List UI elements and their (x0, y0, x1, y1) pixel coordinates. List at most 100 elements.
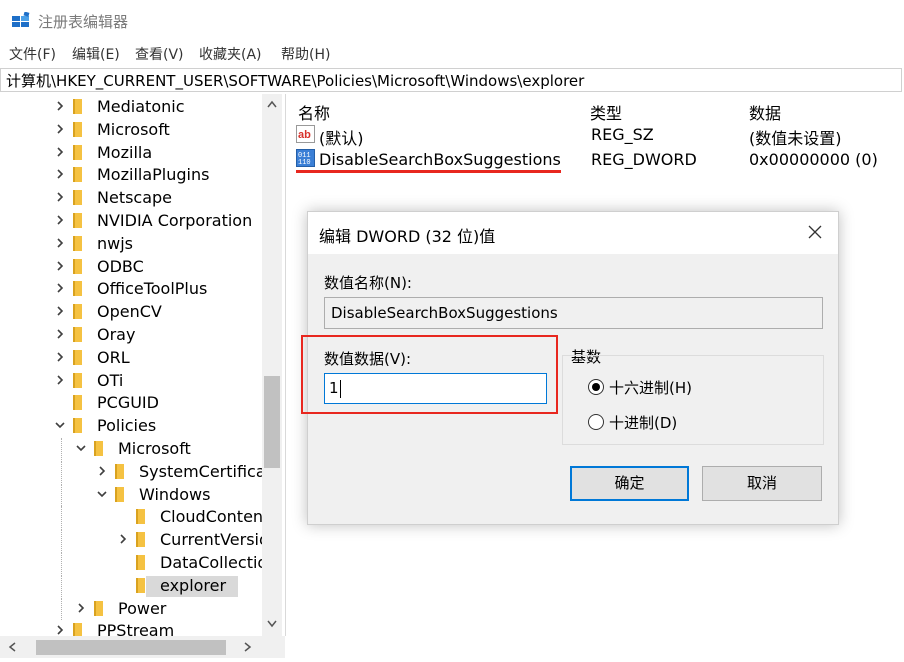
menu-help[interactable]: 帮助(H) (281, 44, 330, 64)
folder-icon (73, 213, 82, 228)
chevron-right-icon[interactable] (118, 534, 128, 544)
folder-icon (73, 327, 82, 342)
highlight-underline (296, 170, 561, 173)
tree-item[interactable]: nwjs (0, 233, 262, 255)
tree-item[interactable]: Policies (0, 415, 262, 437)
tree-vertical-scrollbar[interactable] (262, 94, 282, 636)
tree-vertical-scroll-thumb[interactable] (264, 376, 280, 468)
folder-icon (73, 167, 82, 183)
dialog-title: 编辑 DWORD (32 位)值 (319, 227, 496, 246)
chevron-right-icon[interactable] (55, 169, 65, 179)
tree-horizontal-scroll-thumb[interactable] (36, 640, 226, 655)
folder-icon (115, 463, 124, 479)
tree-guide-line (61, 506, 62, 529)
tree-item-label: nwjs (97, 233, 134, 253)
folder-icon (73, 190, 82, 206)
chevron-right-icon[interactable] (55, 192, 65, 202)
tree-item[interactable]: Oray (0, 324, 262, 346)
chevron-right-icon[interactable] (55, 147, 65, 157)
ok-button[interactable]: 确定 (570, 466, 689, 501)
tree-item[interactable]: NVIDIA Corporation (0, 210, 262, 232)
tree-item[interactable]: PPStream (0, 620, 262, 636)
menu-favorites[interactable]: 收藏夹(A) (199, 44, 262, 64)
chevron-right-icon[interactable] (55, 352, 65, 362)
scroll-right-icon[interactable] (244, 642, 252, 652)
tree-item-label: OTi (97, 370, 124, 390)
tree-item[interactable]: DataCollectio (0, 552, 267, 574)
tree-item[interactable]: PCGUID (0, 392, 262, 414)
chevron-down-icon[interactable] (55, 420, 65, 430)
ab-string-icon: ab (296, 125, 315, 143)
cancel-button[interactable]: 取消 (702, 466, 822, 501)
chevron-right-icon[interactable] (97, 466, 107, 476)
folder-icon (73, 258, 82, 274)
tree-item[interactable]: Windows (0, 483, 262, 506)
chevron-down-icon[interactable] (97, 489, 107, 499)
tree-guide-line (61, 460, 62, 483)
column-header-type[interactable]: 类型 (590, 100, 622, 124)
chevron-right-icon[interactable] (76, 603, 86, 613)
chevron-right-icon[interactable] (55, 238, 65, 248)
tree-item[interactable]: Microsoft (0, 119, 262, 141)
tree-item-label: ODBC (97, 256, 144, 276)
value-type: REG_DWORD (591, 150, 697, 169)
scroll-up-icon[interactable] (267, 100, 277, 108)
address-bar[interactable]: 计算机\HKEY_CURRENT_USER\SOFTWARE\Policies\… (0, 68, 902, 92)
value-data: (数值未设置) (749, 129, 842, 148)
tree-item[interactable]: Mozilla (0, 142, 262, 164)
menu-edit[interactable]: 编辑(E) (72, 44, 120, 64)
tree-item[interactable]: ODBC (0, 256, 262, 278)
tree-item[interactable]: MozillaPlugins (0, 164, 262, 186)
chevron-right-icon[interactable] (55, 283, 65, 293)
chevron-right-icon[interactable] (55, 215, 65, 225)
close-icon[interactable] (805, 222, 825, 242)
chevron-right-icon[interactable] (55, 375, 65, 385)
menu-view[interactable]: 查看(V) (135, 44, 184, 64)
tree-item-label: Netscape (97, 188, 173, 208)
chevron-down-icon[interactable] (76, 443, 86, 453)
chevron-right-icon[interactable] (55, 306, 65, 316)
menu-file[interactable]: 文件(F) (9, 44, 56, 64)
tree-guide-line (61, 574, 62, 597)
folder-icon (115, 486, 124, 502)
tree-guide-line (61, 529, 62, 552)
tree-item-label: Policies (97, 416, 157, 436)
tree-item[interactable]: OfficeToolPlus (0, 278, 262, 300)
tree-item[interactable]: CloudContent (0, 506, 269, 529)
value-type: REG_SZ (591, 125, 654, 144)
folder-icon (136, 532, 145, 548)
chevron-right-icon[interactable] (55, 101, 65, 111)
base-group-box (562, 355, 824, 445)
folder-icon (73, 418, 82, 434)
folder-icon (73, 623, 82, 636)
tree-item[interactable]: ORL (0, 347, 262, 369)
folder-icon (136, 577, 145, 593)
value-name: (默认) (319, 129, 364, 148)
chevron-right-icon[interactable] (55, 625, 65, 635)
folder-icon (73, 304, 82, 320)
tree-item-label: Windows (139, 484, 211, 504)
tree-item-label: Oray (97, 325, 136, 344)
chevron-right-icon[interactable] (55, 124, 65, 134)
scroll-left-icon[interactable] (8, 642, 16, 652)
tree-item[interactable]: Microsoft (0, 438, 262, 460)
tree-item-label: Microsoft (118, 439, 191, 458)
tree-item[interactable]: CurrentVersio (0, 529, 269, 552)
tree-item[interactable]: Mediatonic (0, 96, 262, 118)
tree-item[interactable]: OpenCV (0, 301, 262, 323)
tree-item[interactable]: explorer (0, 574, 262, 597)
folder-icon (94, 441, 103, 456)
tree-item[interactable]: SystemCertificat (0, 460, 272, 483)
column-header-name[interactable]: 名称 (298, 100, 330, 124)
tree-item[interactable]: Power (0, 597, 262, 620)
scroll-down-icon[interactable] (267, 620, 277, 628)
folder-icon (73, 235, 82, 251)
chevron-right-icon[interactable] (55, 261, 65, 271)
column-header-data[interactable]: 数据 (749, 100, 781, 124)
dialog-title-bar: 编辑 DWORD (32 位)值 (308, 212, 838, 254)
chevron-right-icon[interactable] (55, 329, 65, 339)
tree-guide-line (61, 597, 62, 620)
binary-value-icon: 011 110 (296, 149, 315, 167)
tree-item[interactable]: OTi (0, 370, 262, 392)
tree-item[interactable]: Netscape (0, 187, 262, 209)
